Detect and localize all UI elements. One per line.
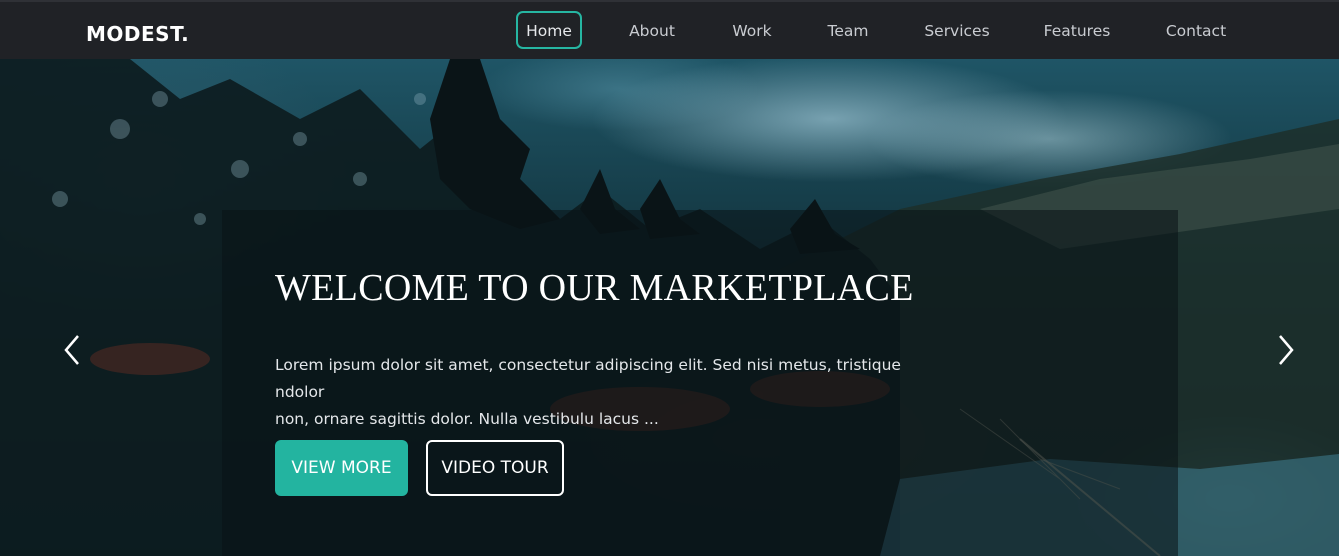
nav-item-work[interactable]: Work	[726, 11, 778, 49]
hero-description: Lorem ipsum dolor sit amet, consectetur …	[275, 352, 935, 433]
video-tour-button[interactable]: VIDEO TOUR	[426, 440, 564, 496]
nav-item-services[interactable]: Services	[918, 11, 996, 49]
brand-logo[interactable]: MODEST.	[86, 22, 189, 46]
nav-item-team[interactable]: Team	[822, 11, 874, 49]
view-more-button[interactable]: VIEW MORE	[275, 440, 408, 496]
hero-description-line-2: non, ornare sagittis dolor. Nulla vestib…	[275, 410, 659, 428]
top-navbar: MODEST. Home About Work Team Services Fe…	[0, 0, 1339, 59]
chevron-right-icon[interactable]	[1274, 333, 1296, 367]
chevron-left-icon[interactable]	[62, 333, 84, 367]
nav-item-home[interactable]: Home	[516, 11, 582, 49]
nav-item-contact[interactable]: Contact	[1160, 11, 1232, 49]
hero-title: WELCOME TO OUR MARKETPLACE	[275, 267, 914, 309]
nav-item-features[interactable]: Features	[1038, 11, 1116, 49]
nav-item-about[interactable]: About	[622, 11, 682, 49]
hero-description-line-1: Lorem ipsum dolor sit amet, consectetur …	[275, 356, 901, 401]
